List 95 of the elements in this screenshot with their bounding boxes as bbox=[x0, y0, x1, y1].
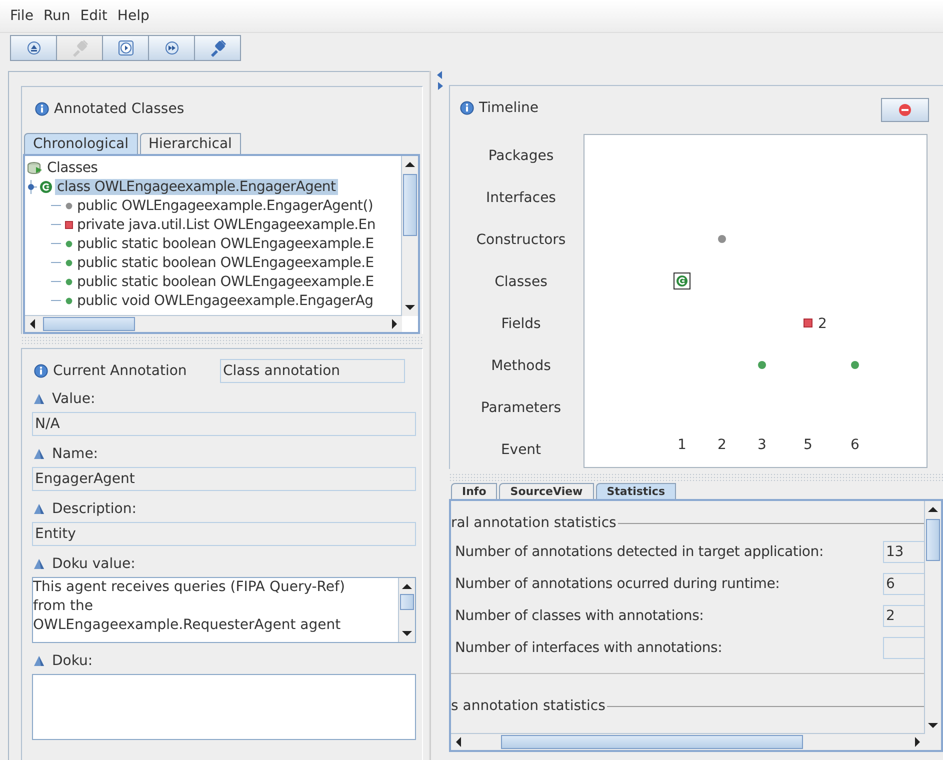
toolbar-button[interactable] bbox=[10, 35, 57, 61]
tree-item[interactable]: public static boolean OWLEngageexample.E bbox=[77, 254, 374, 270]
triangle-icon bbox=[34, 656, 46, 666]
tree-item[interactable]: private java.util.List OWLEngageexample.En bbox=[77, 216, 376, 232]
count-label: 2 bbox=[818, 316, 827, 332]
input-field[interactable]: N/A bbox=[32, 412, 416, 436]
event-number: 2 bbox=[718, 437, 726, 453]
toolbar-button[interactable] bbox=[102, 35, 149, 61]
tab[interactable]: SourceView bbox=[499, 483, 594, 499]
expand-handle-icon[interactable] bbox=[27, 180, 37, 194]
row-label: Classes bbox=[494, 274, 548, 290]
point-marker[interactable] bbox=[758, 361, 766, 369]
info-icon bbox=[35, 102, 49, 116]
menu-item[interactable]: File bbox=[6, 6, 38, 26]
panel-title: Timeline bbox=[479, 100, 539, 116]
section-title: s annotation statistics bbox=[451, 698, 606, 714]
tree-item[interactable]: public static boolean OWLEngageexample.E bbox=[77, 236, 374, 252]
row-label: Packages bbox=[488, 148, 554, 164]
section-title: ral annotation statistics bbox=[451, 515, 616, 531]
stat-value-field: 2 bbox=[883, 605, 925, 627]
split-handle[interactable] bbox=[21, 336, 423, 344]
classes-icon bbox=[27, 160, 43, 174]
plug-icon bbox=[208, 39, 226, 57]
row-label: Methods bbox=[491, 358, 551, 374]
text-area[interactable] bbox=[32, 674, 416, 740]
field-label: Doku value: bbox=[52, 556, 136, 572]
dot-icon bbox=[65, 258, 73, 266]
field-label: Doku: bbox=[52, 653, 93, 669]
row-label: Fields bbox=[501, 316, 541, 332]
triangle-icon bbox=[34, 449, 46, 459]
row-label: Constructors bbox=[476, 232, 566, 248]
tab[interactable]: Chronological bbox=[24, 133, 138, 154]
triangle-icon bbox=[34, 504, 46, 514]
point-marker[interactable] bbox=[718, 235, 726, 243]
vertical-scrollbar[interactable] bbox=[924, 501, 941, 734]
eject-icon bbox=[26, 41, 40, 55]
input-field[interactable]: Entity bbox=[32, 522, 416, 546]
triangle-icon bbox=[34, 559, 46, 569]
tab[interactable]: Info bbox=[451, 483, 498, 499]
stat-label: Number of classes with annotations: bbox=[455, 608, 704, 624]
horizontal-scrollbar[interactable] bbox=[451, 733, 925, 750]
panel-title: Annotated Classes bbox=[54, 101, 184, 117]
class-marker[interactable] bbox=[674, 272, 690, 290]
annotation-type-field: Class annotation bbox=[220, 359, 405, 383]
triangle-icon bbox=[34, 394, 46, 404]
stat-label: Number of annotations ocurred during runtime: bbox=[455, 576, 780, 592]
vertical-scrollbar[interactable] bbox=[401, 156, 418, 316]
text-area[interactable]: This agent receives queries (FIPA Query-Ref) from the OWLEngageexample.RequesterAgent agent bbox=[32, 577, 416, 643]
toolbar-button[interactable] bbox=[148, 35, 195, 61]
remove-icon bbox=[898, 103, 912, 117]
stat-label: Number of interfaces with annotations: bbox=[455, 640, 722, 656]
event-number: 3 bbox=[758, 437, 766, 453]
collapse-arrows-icon[interactable] bbox=[437, 71, 443, 91]
field-label: Description: bbox=[52, 501, 136, 517]
row-label: Parameters bbox=[480, 400, 562, 416]
toolbar-button[interactable] bbox=[194, 35, 241, 61]
tree-item[interactable]: Classes bbox=[47, 160, 98, 176]
tree-item[interactable]: public static boolean OWLEngageexample.E bbox=[77, 274, 374, 290]
event-number: 5 bbox=[804, 437, 812, 453]
menu-item[interactable]: Edit bbox=[76, 6, 112, 26]
info-icon bbox=[460, 101, 474, 115]
horizontal-scrollbar[interactable] bbox=[25, 315, 402, 332]
point-marker[interactable] bbox=[851, 361, 859, 369]
dot-icon bbox=[65, 240, 73, 248]
tree-item[interactable]: class OWLEngageexample.EngagerAgent bbox=[55, 178, 338, 194]
event-number: 6 bbox=[850, 437, 860, 453]
stat-label: Number of annotations detected in target application: bbox=[455, 544, 824, 560]
event-number: 1 bbox=[678, 437, 686, 453]
stat-value-field: 6 bbox=[883, 573, 925, 595]
remove-button[interactable] bbox=[881, 98, 929, 122]
stat-value-field bbox=[883, 637, 925, 659]
stat-value-field: 13 bbox=[883, 541, 925, 563]
row-label: Event bbox=[500, 442, 542, 458]
dot-icon bbox=[65, 296, 73, 304]
plug-icon bbox=[70, 39, 88, 57]
play-icon bbox=[118, 40, 134, 56]
dot-icon bbox=[65, 278, 73, 286]
fast-forward-icon bbox=[164, 41, 178, 55]
dot-icon bbox=[65, 202, 73, 210]
tree-item[interactable]: public OWLEngageexample.EngagerAgent() bbox=[77, 198, 374, 214]
tab[interactable]: Hierarchical bbox=[140, 133, 241, 154]
menu-item[interactable]: Run bbox=[39, 6, 74, 26]
panel-title: Current Annotation bbox=[53, 363, 188, 379]
field-marker[interactable] bbox=[804, 318, 812, 328]
tab[interactable]: Statistics bbox=[596, 483, 676, 499]
class-icon bbox=[39, 180, 53, 194]
row-label: Interfaces bbox=[486, 190, 556, 206]
tree-item[interactable]: public void OWLEngageexample.EngagerAg bbox=[77, 292, 374, 308]
square-icon bbox=[65, 220, 73, 228]
info-icon bbox=[34, 364, 48, 378]
field-label: Name: bbox=[52, 446, 98, 462]
input-field[interactable]: EngagerAgent bbox=[32, 467, 416, 491]
split-handle[interactable] bbox=[449, 473, 943, 481]
field-label: Value: bbox=[52, 391, 96, 407]
menu-item[interactable]: Help bbox=[113, 6, 154, 26]
